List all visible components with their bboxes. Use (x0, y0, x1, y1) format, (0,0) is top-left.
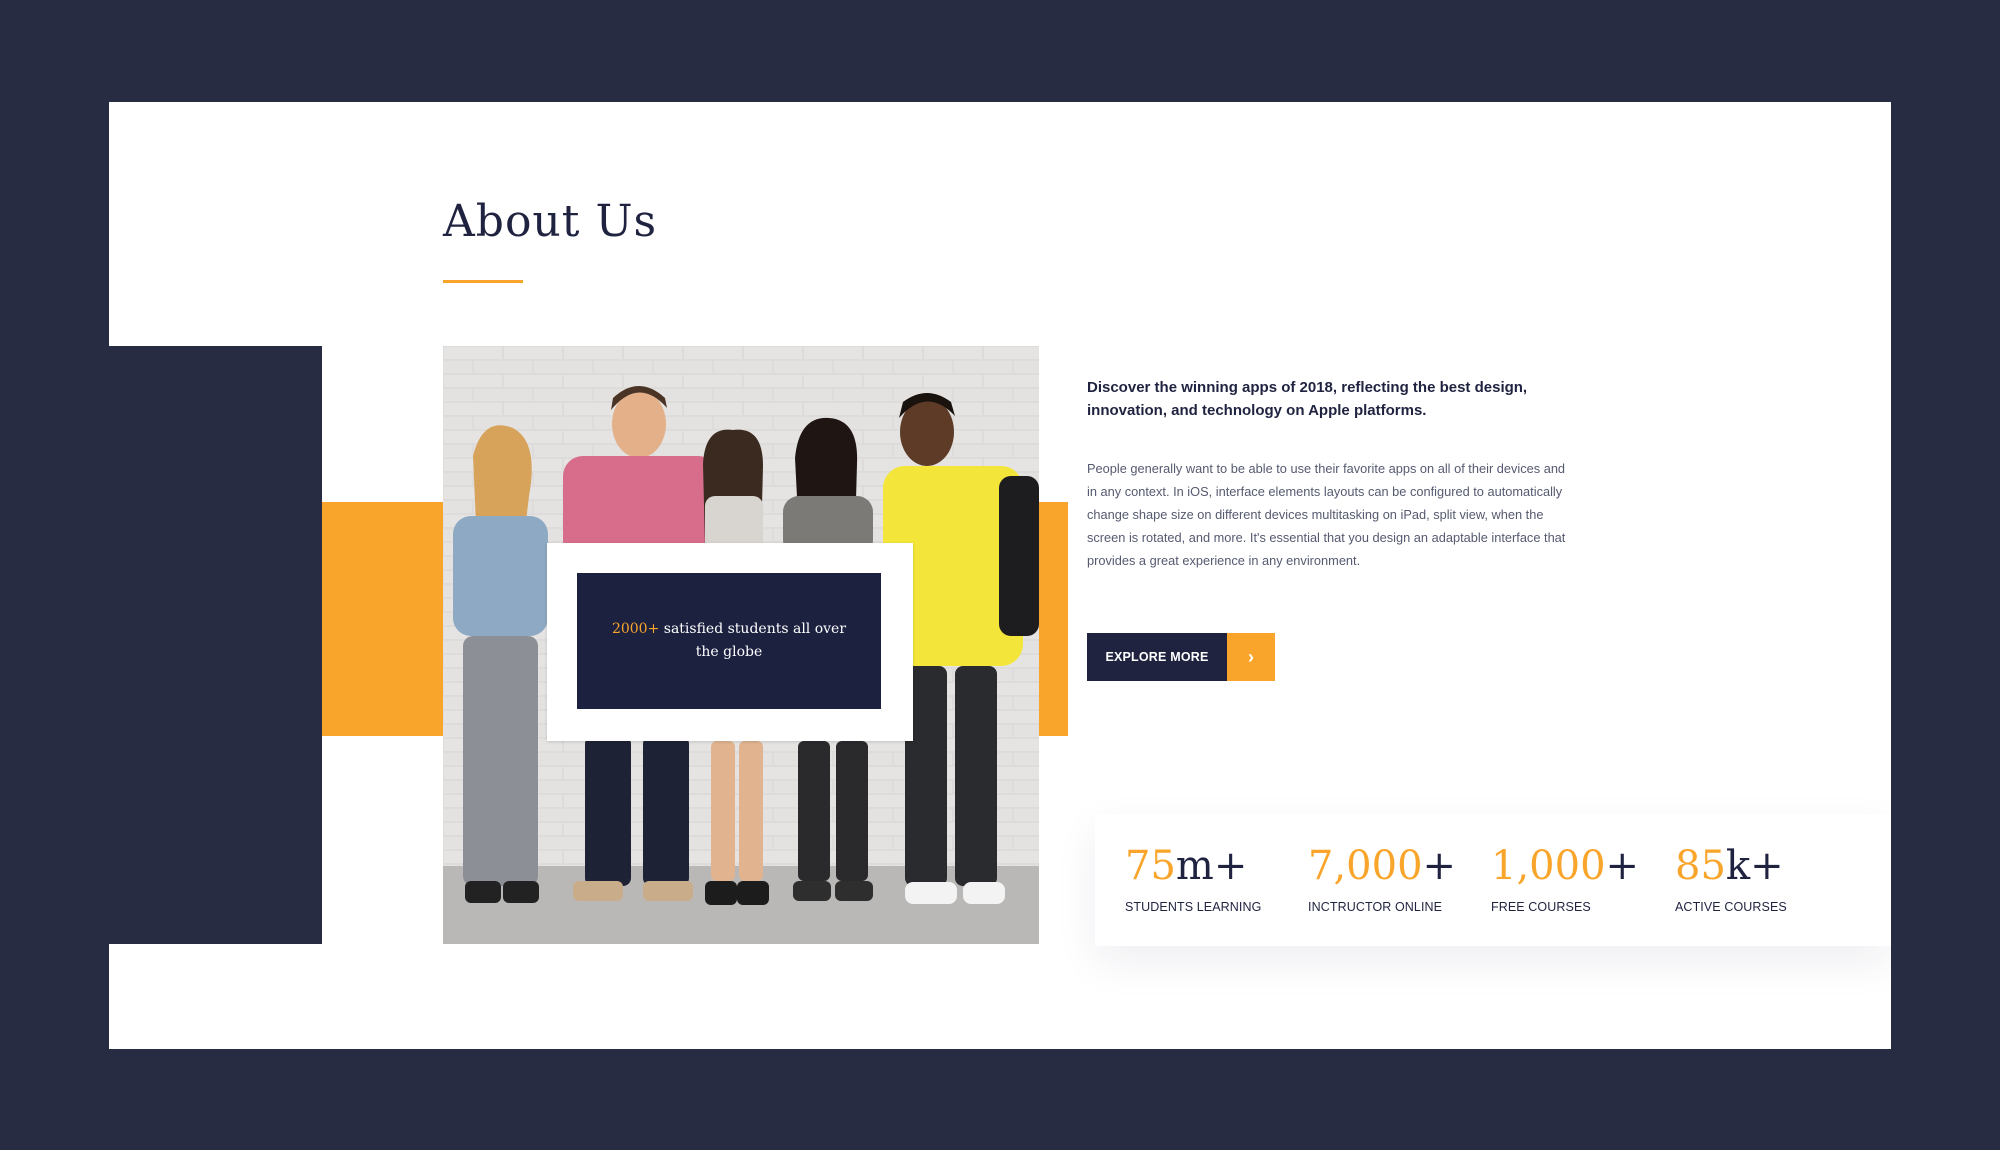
sign-caption: satisfied students all over the globe (659, 621, 847, 660)
stat-number: 75 (1125, 843, 1176, 889)
decorative-navy-block (109, 346, 322, 944)
decorative-orange-bar-right (1037, 502, 1068, 736)
stat-number: 85 (1675, 843, 1726, 889)
stats-panel: 75m+ STUDENTS LEARNING 7,000+ INCTRUCTOR… (1095, 814, 1891, 946)
stat-free-courses: 1,000+ FREE COURSES (1491, 842, 1639, 914)
title-underline (443, 280, 523, 283)
stat-label: ACTIVE COURSES (1675, 900, 1787, 914)
stat-number: 7,000 (1308, 843, 1423, 889)
sign-panel: 2000+ satisfied students all over the gl… (577, 573, 881, 709)
stat-students-learning: 75m+ STUDENTS LEARNING (1125, 842, 1261, 914)
stat-instructor-online: 7,000+ INCTRUCTOR ONLINE (1308, 842, 1456, 914)
stat-suffix: + (1605, 843, 1640, 889)
stat-suffix: m+ (1175, 843, 1248, 889)
about-section: About Us 2000+ satisfied students all ov… (109, 102, 1891, 1049)
stat-label: INCTRUCTOR ONLINE (1308, 900, 1443, 914)
stat-label: STUDENTS LEARNING (1125, 900, 1262, 914)
decorative-orange-bar-left (322, 502, 444, 736)
sign-board: 2000+ satisfied students all over the gl… (547, 543, 913, 741)
students-photo: 2000+ satisfied students all over the gl… (443, 346, 1039, 944)
stat-active-courses: 85k+ ACTIVE COURSES (1675, 842, 1787, 914)
explore-more-label: EXPLORE MORE (1087, 633, 1227, 681)
stat-label: FREE COURSES (1491, 900, 1591, 914)
chevron-right-icon: › (1227, 633, 1275, 681)
stat-number: 1,000 (1491, 843, 1606, 889)
stat-suffix: k+ (1725, 843, 1784, 889)
sign-number: 2000+ (611, 621, 660, 637)
sign-text: 2000+ satisfied students all over the gl… (604, 618, 854, 664)
page-title: About Us (443, 196, 658, 247)
lead-text: Discover the winning apps of 2018, refle… (1087, 379, 1528, 419)
explore-more-button[interactable]: EXPLORE MORE › (1087, 633, 1275, 681)
body-text: People generally want to be able to use … (1087, 461, 1566, 568)
stat-suffix: + (1422, 843, 1457, 889)
